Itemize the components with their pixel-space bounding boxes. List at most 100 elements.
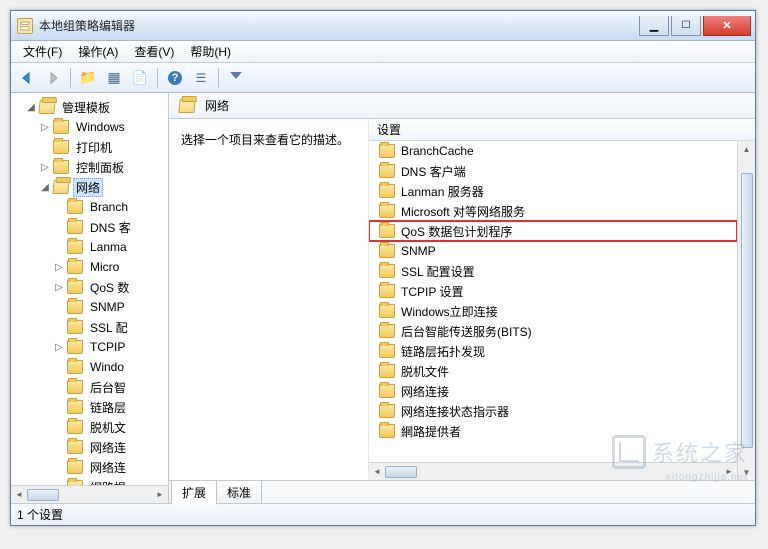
tree-node[interactable]: DNS 客 — [11, 217, 168, 237]
minimize-button[interactable] — [639, 16, 669, 36]
list-item[interactable]: Microsoft 对等网络服务 — [369, 201, 737, 221]
tree-node[interactable]: Branch — [11, 197, 168, 217]
tree-node[interactable]: 网络连 — [11, 437, 168, 457]
tree-node[interactable]: SSL 配 — [11, 317, 168, 337]
tree-label: SNMP — [87, 300, 128, 314]
list-item[interactable]: 网络连接 — [369, 381, 737, 401]
tree-node[interactable]: 链路层 — [11, 397, 168, 417]
list-item-label: Lanman 服务器 — [399, 183, 484, 200]
folder-icon — [67, 340, 83, 354]
list-vscrollbar[interactable] — [737, 141, 755, 480]
properties-button[interactable] — [189, 66, 213, 90]
window-title: 本地组策略编辑器 — [39, 17, 637, 34]
expand-icon[interactable]: ▷ — [39, 162, 51, 173]
tree-node[interactable]: ▷Micro — [11, 257, 168, 277]
menu-action[interactable]: 操作(A) — [70, 41, 126, 62]
forward-button[interactable] — [41, 66, 65, 90]
folder-icon — [67, 220, 83, 234]
status-text: 1 个设置 — [17, 506, 63, 523]
folder-open-icon — [178, 99, 195, 113]
menu-help[interactable]: 帮助(H) — [182, 41, 239, 62]
maximize-button[interactable] — [671, 16, 701, 36]
folder-icon — [379, 144, 395, 158]
settings-list[interactable]: BranchCacheDNS 客户端 Lanman 服务器Microsoft 对等… — [369, 141, 737, 462]
navigation-tree[interactable]: ◢ 管理模板 ▷Windows 打印机 ▷控制面板 ◢网络 BranchDNS … — [11, 93, 168, 485]
folder-icon — [67, 260, 83, 274]
statusbar: 1 个设置 — [11, 503, 755, 525]
expand-icon[interactable]: ▷ — [39, 122, 51, 133]
expand-icon[interactable]: ▷ — [53, 262, 65, 273]
close-button[interactable] — [703, 16, 751, 36]
scrollbar-thumb[interactable] — [385, 466, 417, 478]
folder-icon — [379, 244, 395, 258]
list-item[interactable]: Windows立即连接 — [369, 301, 737, 321]
list-item[interactable]: 脱机文件 — [369, 361, 737, 381]
tree-hscrollbar[interactable]: ► — [11, 485, 168, 503]
show-hide-tree-button[interactable] — [102, 66, 126, 90]
list-item[interactable]: QoS 数据包计划程序 — [369, 221, 737, 241]
list-item[interactable]: TCPIP 设置 — [369, 281, 737, 301]
tree-node-printers[interactable]: 打印机 — [11, 137, 168, 157]
tree-node[interactable]: 后台智 — [11, 377, 168, 397]
list-item[interactable]: SNMP — [369, 241, 737, 261]
window-controls — [637, 16, 751, 36]
tree-pane: ◢ 管理模板 ▷Windows 打印机 ▷控制面板 ◢网络 BranchDNS … — [11, 93, 169, 503]
list-item[interactable]: Lanman 服务器 — [369, 181, 737, 201]
titlebar[interactable]: 本地组策略编辑器 — [11, 11, 755, 41]
list-item[interactable]: 后台智能传送服务(BITS) — [369, 321, 737, 341]
folder-icon — [379, 344, 395, 358]
tree-node-admin-templates[interactable]: ◢ 管理模板 — [11, 97, 168, 117]
tree-node[interactable]: ▷ TCPIP — [11, 337, 168, 357]
folder-icon — [379, 324, 395, 338]
expand-icon[interactable]: ▷ — [53, 342, 65, 353]
tree-label: 脱机文 — [87, 419, 129, 436]
list-item-label: TCPIP 设置 — [399, 283, 463, 300]
list-item[interactable]: SSL 配置设置 — [369, 261, 737, 281]
scrollbar-thumb[interactable] — [27, 489, 59, 501]
folder-icon — [67, 480, 83, 485]
tree-node[interactable]: ▷QoS 数 — [11, 277, 168, 297]
folder-icon — [67, 320, 83, 334]
tree-node[interactable]: SNMP — [11, 297, 168, 317]
collapse-icon[interactable]: ◢ — [25, 102, 37, 113]
tree-node[interactable]: Windo — [11, 357, 168, 377]
tab-extended[interactable]: 扩展 — [171, 481, 217, 505]
folder-icon — [379, 304, 395, 318]
list-hscrollbar[interactable]: ► — [369, 462, 737, 480]
tree-node-network[interactable]: ◢网络 — [11, 177, 168, 197]
app-window: 本地组策略编辑器 文件(F) 操作(A) 查看(V) 帮助(H) — [10, 10, 756, 526]
tree-node[interactable]: 網路提 — [11, 477, 168, 485]
description-panel: 选择一个项目来查看它的描述。 — [169, 119, 369, 480]
tree-node-windows[interactable]: ▷Windows — [11, 117, 168, 137]
folder-open-icon — [52, 180, 69, 194]
filter-button[interactable] — [224, 66, 248, 90]
tree-label: TCPIP — [87, 340, 128, 354]
help-button[interactable] — [163, 66, 187, 90]
app-icon — [17, 18, 33, 34]
menu-file[interactable]: 文件(F) — [15, 41, 70, 62]
list-item-label: Windows立即连接 — [399, 303, 498, 320]
tree-label: Lanma — [87, 240, 130, 254]
tree-node[interactable]: 脱机文 — [11, 417, 168, 437]
back-button[interactable] — [15, 66, 39, 90]
tree-node[interactable]: 网络连 — [11, 457, 168, 477]
list-item[interactable]: 链路层拓扑发现 — [369, 341, 737, 361]
scrollbar-thumb[interactable] — [741, 173, 753, 448]
list-column-header[interactable]: 设置 — [369, 119, 755, 141]
folder-icon — [67, 400, 83, 414]
list-item[interactable]: DNS 客户端 — [369, 161, 737, 181]
list-item[interactable]: 網路提供者 — [369, 421, 737, 441]
export-list-button[interactable] — [128, 66, 152, 90]
folder-icon — [379, 184, 395, 198]
details-pane: 网络 选择一个项目来查看它的描述。 设置 BranchCacheDNS 客户端L… — [169, 93, 755, 503]
filter-icon — [229, 71, 243, 85]
tree-node[interactable]: Lanma — [11, 237, 168, 257]
list-item[interactable]: BranchCache — [369, 141, 737, 161]
expand-icon[interactable]: ▷ — [53, 282, 65, 293]
up-button[interactable] — [76, 66, 100, 90]
collapse-icon[interactable]: ◢ — [39, 182, 51, 193]
menu-view[interactable]: 查看(V) — [126, 41, 182, 62]
tree-node-control-panel[interactable]: ▷控制面板 — [11, 157, 168, 177]
list-item[interactable]: 网络连接状态指示器 — [369, 401, 737, 421]
tab-standard[interactable]: 标准 — [216, 481, 262, 505]
